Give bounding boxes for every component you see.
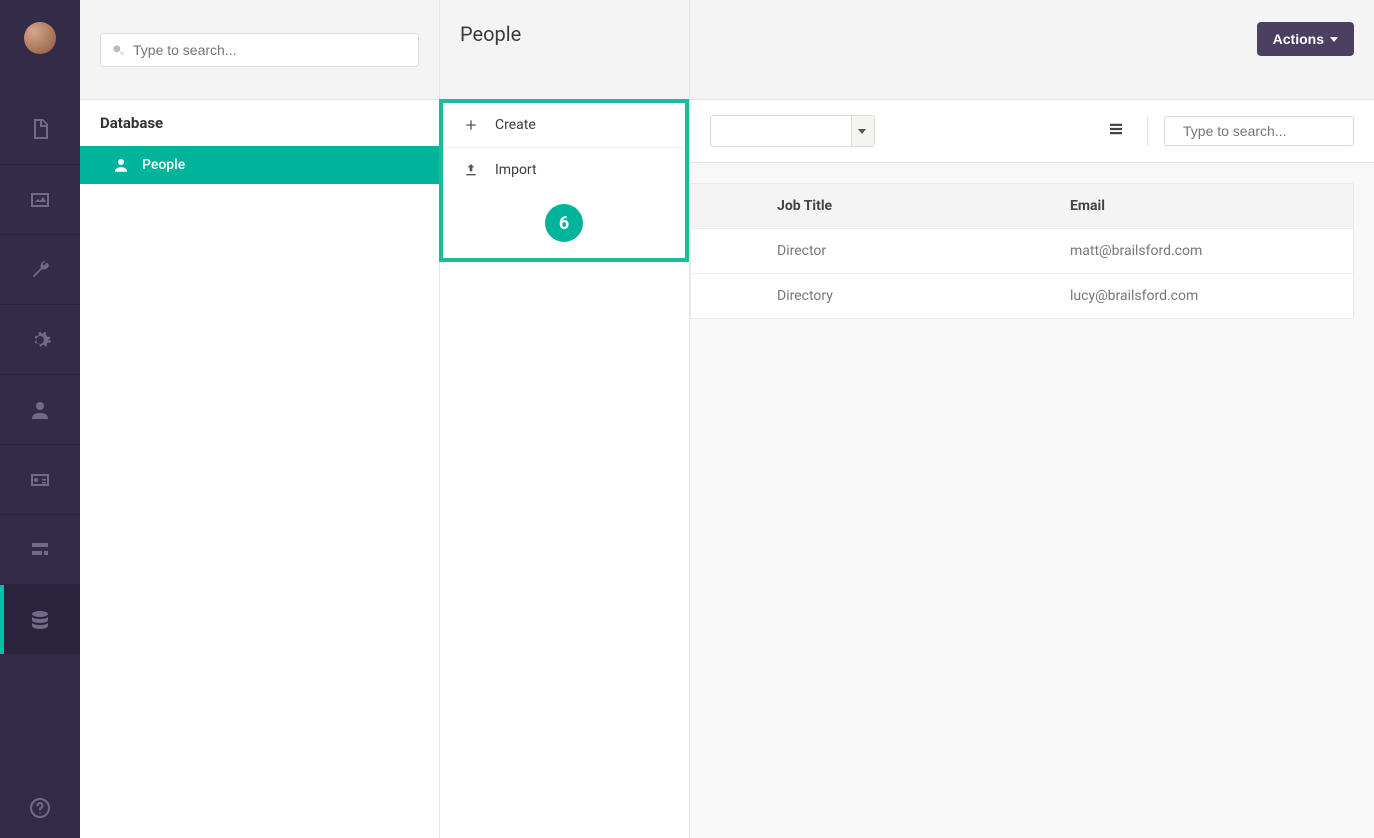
search-input-right[interactable] (1183, 123, 1364, 139)
search-box-left[interactable] (100, 33, 419, 67)
cell-email: lucy@brailsford.com (1060, 274, 1353, 318)
tree-item-people[interactable]: People (80, 146, 439, 184)
plus-icon (463, 117, 479, 133)
chevron-down-icon (858, 129, 866, 134)
action-create[interactable]: Create (443, 103, 685, 148)
user-icon (28, 398, 52, 422)
search-input-left[interactable] (133, 42, 408, 58)
action-label: Create (495, 117, 536, 133)
data-table: Job Title Email Director matt@brailsford… (690, 183, 1354, 319)
image-icon (28, 188, 52, 212)
nav-members[interactable] (0, 444, 80, 514)
search-icon (111, 43, 125, 57)
avatar[interactable] (24, 22, 56, 54)
step-badge: 6 (545, 204, 583, 242)
nav-settings-gear[interactable] (0, 304, 80, 374)
cell-email: matt@brailsford.com (1060, 229, 1353, 273)
nav-users[interactable] (0, 374, 80, 444)
nav-rail (0, 0, 80, 838)
table-row[interactable]: Directory lucy@brailsford.com (691, 274, 1353, 318)
main-panel: Actions Job Title Email (690, 0, 1374, 838)
column-header-email[interactable]: Email (1060, 184, 1353, 228)
actions-panel: People Create Import 6 (440, 0, 690, 838)
cell-job-title: Director (767, 229, 1060, 273)
caret-down-icon (1330, 37, 1338, 42)
document-icon (28, 117, 52, 141)
upload-icon (463, 162, 479, 178)
nav-forms[interactable] (0, 514, 80, 584)
tree-panel: Database People (80, 0, 440, 838)
action-label: Import (495, 162, 537, 178)
highlight-box: Create Import 6 (439, 99, 689, 262)
tree-header (80, 0, 439, 100)
nav-help[interactable] (0, 796, 80, 820)
nav-settings-wrench[interactable] (0, 234, 80, 304)
column-header-job-title[interactable]: Job Title (767, 184, 1060, 228)
gear-icon (28, 328, 52, 352)
wrench-icon (28, 258, 52, 282)
tree-item-label: People (142, 157, 185, 173)
person-icon (112, 156, 130, 174)
actions-button[interactable]: Actions (1257, 22, 1354, 56)
divider (1147, 116, 1148, 146)
action-import[interactable]: Import (443, 148, 685, 192)
main-header: Actions (690, 0, 1374, 100)
table-header: Job Title Email (691, 184, 1353, 229)
form-icon (28, 538, 52, 562)
toolbar (690, 100, 1374, 163)
search-box-right[interactable] (1164, 116, 1354, 146)
nav-database[interactable] (0, 584, 80, 654)
id-card-icon (28, 468, 52, 492)
cell-job-title: Directory (767, 274, 1060, 318)
help-icon (28, 796, 52, 820)
nav-content[interactable] (0, 94, 80, 164)
columns-icon (1107, 120, 1125, 138)
tree-section-title: Database (80, 100, 439, 146)
table-row[interactable]: Director matt@brailsford.com (691, 229, 1353, 274)
filter-dropdown[interactable] (710, 115, 875, 147)
actions-button-label: Actions (1273, 31, 1324, 47)
nav-media[interactable] (0, 164, 80, 234)
columns-button[interactable] (1101, 114, 1131, 148)
database-icon (28, 608, 52, 632)
actions-panel-title: People (440, 0, 689, 100)
